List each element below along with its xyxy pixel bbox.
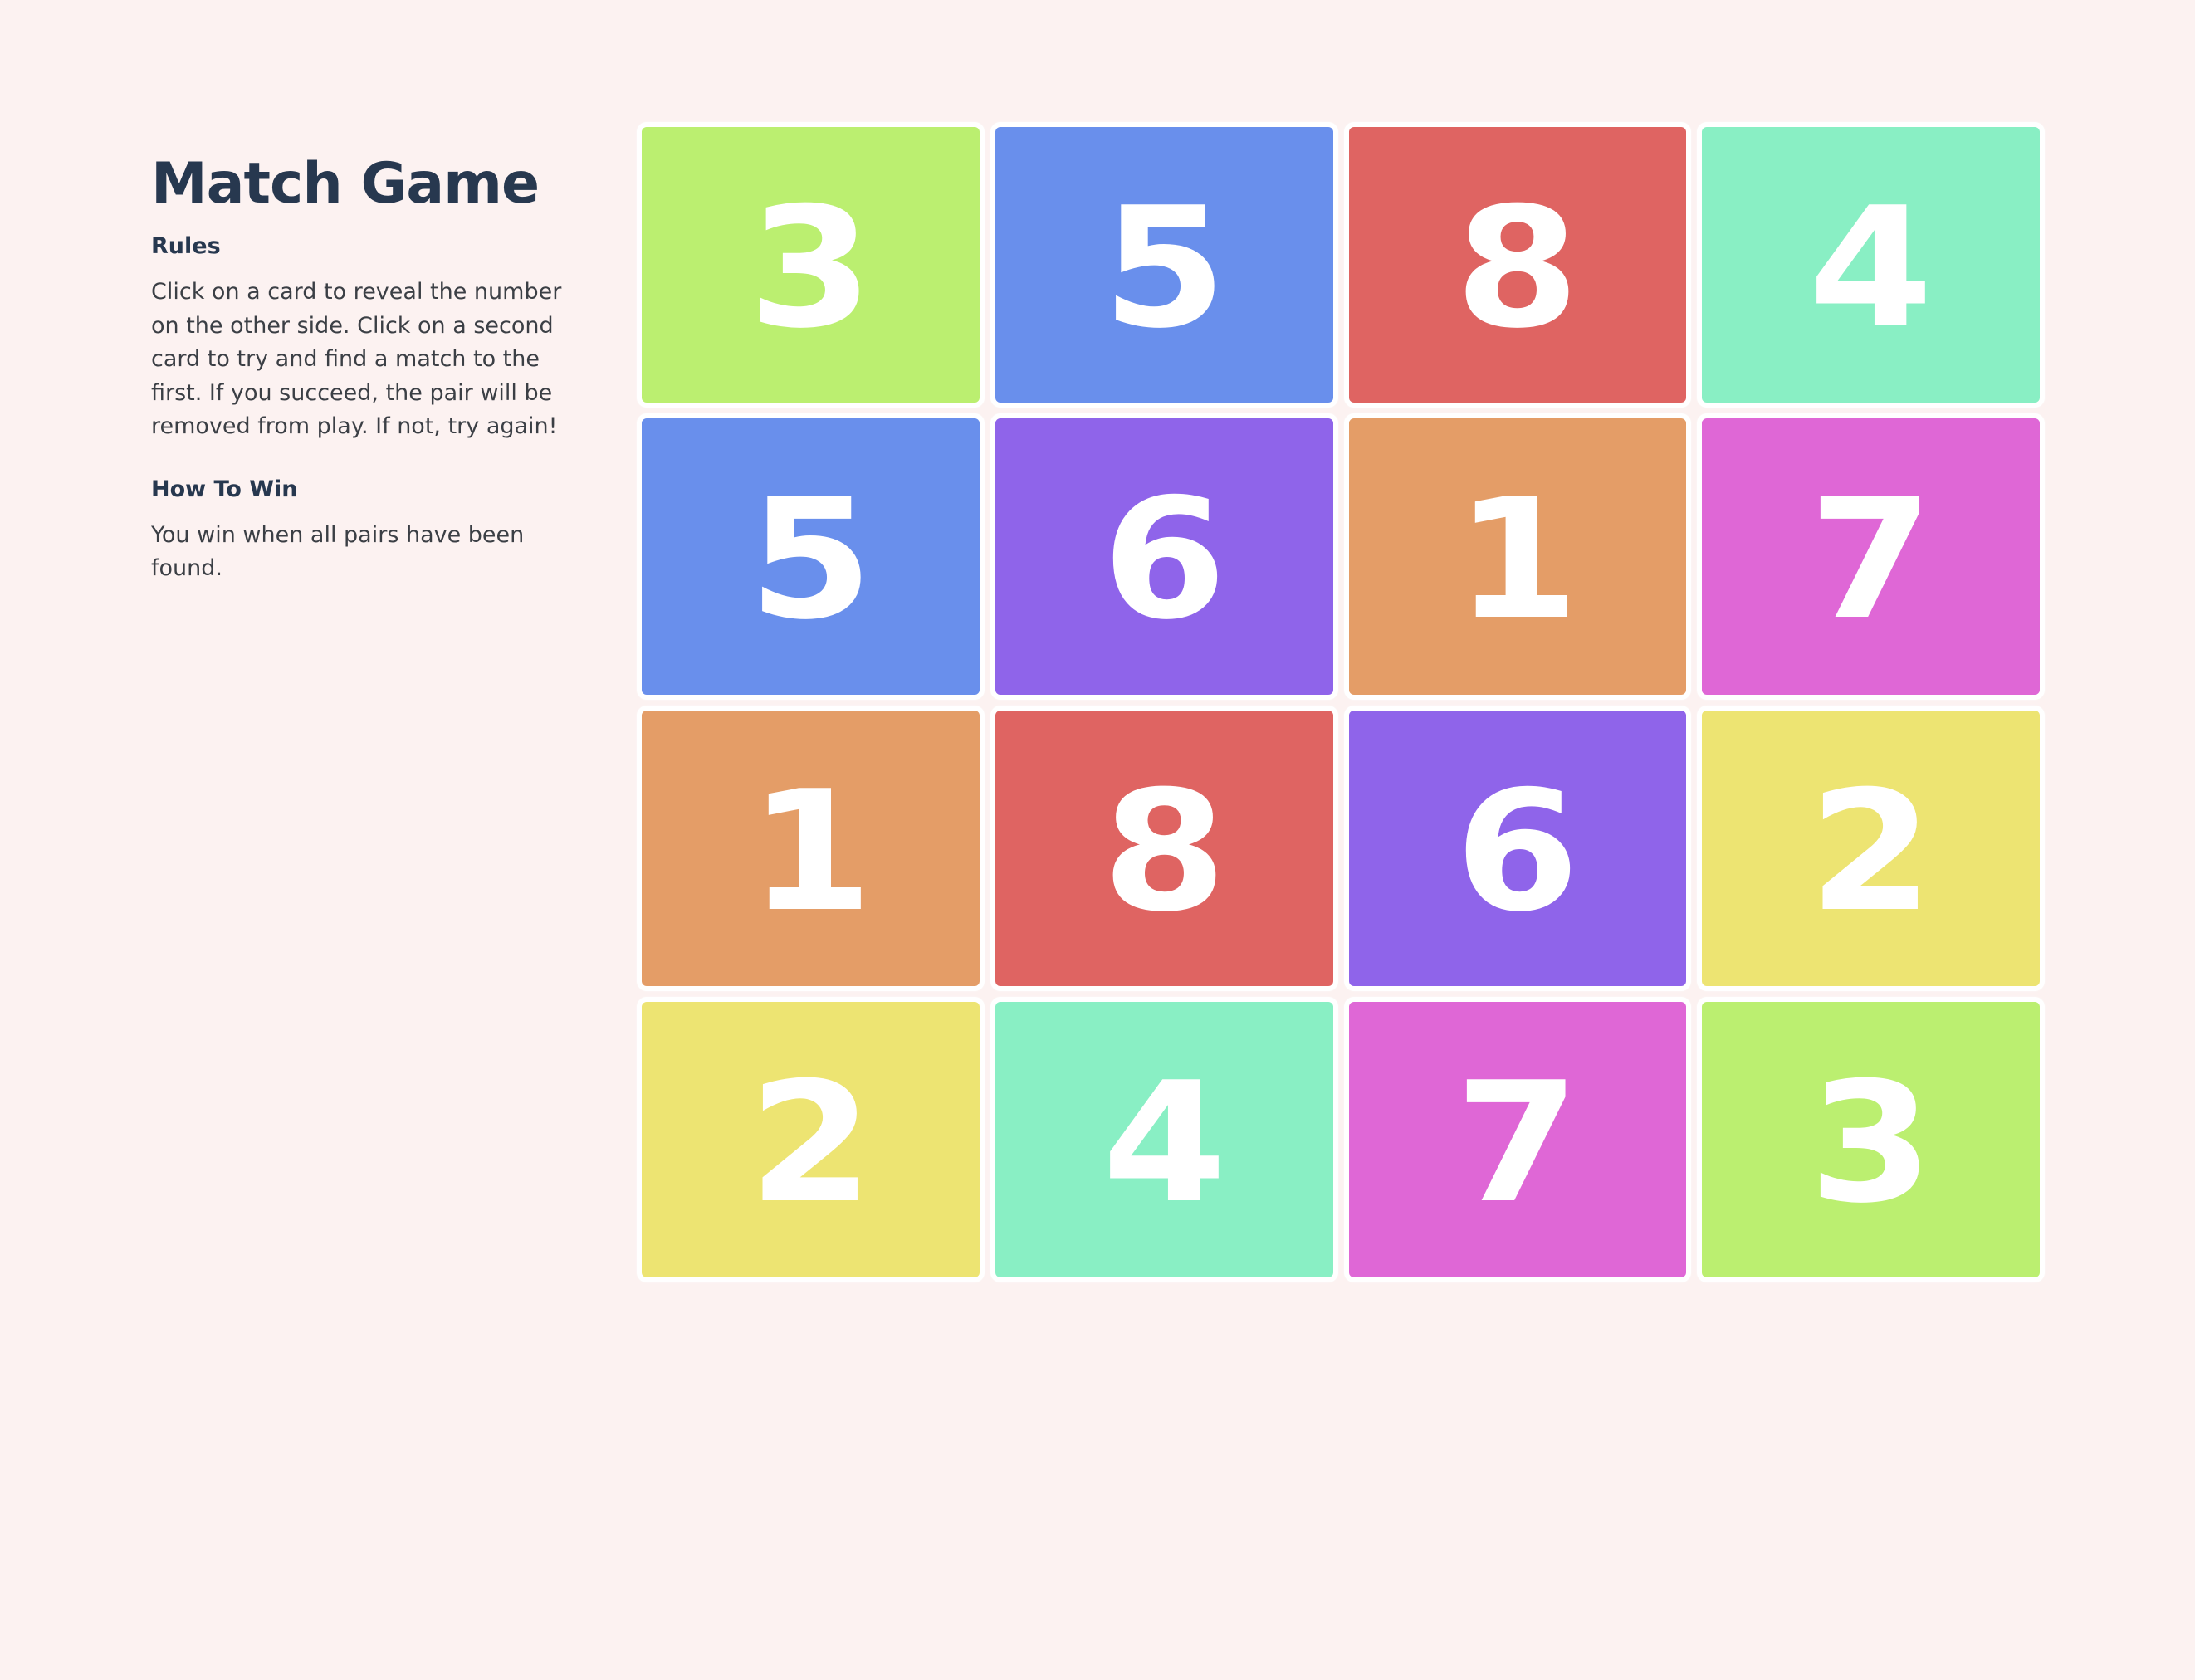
how-to-win-text: You win when all pairs have been found.	[151, 521, 525, 582]
card-number: 6	[1454, 755, 1581, 949]
game-card[interactable]: 7	[1343, 996, 1692, 1282]
card-number: 2	[748, 1046, 873, 1240]
game-card[interactable]: 3	[637, 122, 985, 408]
card-number: 8	[1454, 172, 1581, 366]
game-card[interactable]: 4	[990, 996, 1338, 1282]
game-card[interactable]: 8	[990, 705, 1338, 991]
game-card[interactable]: 1	[637, 705, 985, 991]
game-card[interactable]: 4	[1697, 122, 2045, 408]
how-to-win-heading: How To Win	[151, 476, 298, 502]
game-card[interactable]: 5	[990, 122, 1338, 408]
rules-heading: Rules	[151, 233, 221, 259]
card-number: 1	[748, 755, 873, 949]
game-card[interactable]: 6	[990, 413, 1338, 700]
game-card[interactable]: 6	[1343, 705, 1692, 991]
page-title: Match Game	[151, 151, 540, 217]
rules-text: Click on a card to reveal the number on …	[151, 279, 562, 439]
game-card[interactable]: 7	[1697, 413, 2045, 700]
game-card[interactable]: 8	[1343, 122, 1692, 408]
card-number: 3	[1808, 1046, 1933, 1240]
card-number: 6	[1101, 463, 1227, 657]
card-number: 7	[1454, 1046, 1581, 1240]
card-number: 5	[748, 463, 873, 657]
game-card[interactable]: 1	[1343, 413, 1692, 700]
game-card[interactable]: 5	[637, 413, 985, 700]
card-number: 3	[748, 172, 873, 366]
card-number: 1	[1454, 463, 1581, 657]
card-number: 5	[1101, 172, 1227, 366]
card-number: 4	[1101, 1046, 1227, 1240]
game-board: 3 5 8 4 5 6 1 7 1 8 6 2 2 4 7 3	[637, 122, 2045, 1282]
game-sidebar: Match Game Rules Click on a card to reve…	[151, 149, 583, 586]
game-card[interactable]: 2	[1697, 705, 2045, 991]
card-number: 7	[1808, 463, 1933, 657]
game-card[interactable]: 2	[637, 996, 985, 1282]
card-number: 8	[1101, 755, 1227, 949]
card-number: 2	[1808, 755, 1933, 949]
card-number: 4	[1808, 172, 1933, 366]
game-card[interactable]: 3	[1697, 996, 2045, 1282]
